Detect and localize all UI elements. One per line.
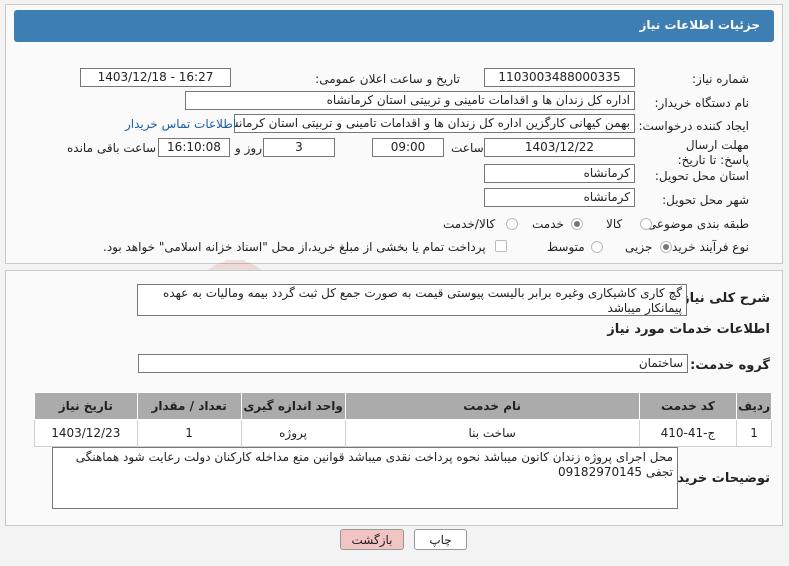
need-number-label: شماره نیاز:	[692, 72, 749, 86]
remaining-time-label: ساعت باقی مانده	[67, 141, 157, 155]
cell-service-name: ساخت بنا	[344, 419, 640, 447]
description-label: شرح کلی نیاز:	[676, 291, 770, 306]
buyer-org-field: اداره کل زندان ها و اقدامات تامینی و ترب…	[185, 91, 635, 110]
services-section-title: اطلاعات خدمات مورد نیاز	[607, 322, 770, 337]
col-service-code: کد خدمت	[638, 392, 738, 420]
category-goods-service-radio[interactable]	[506, 218, 518, 230]
treasury-payment-note: پرداخت تمام یا بخشی از مبلغ خرید،از محل …	[103, 240, 486, 254]
cell-row: 1	[736, 419, 772, 447]
treasury-payment-checkbox[interactable]	[495, 240, 507, 252]
category-goods-label: کالا	[606, 217, 623, 231]
services-table-header: ردیف کد خدمت نام خدمت واحد اندازه گیری ت…	[34, 392, 772, 420]
announce-date-label: تاریخ و ساعت اعلان عمومی:	[315, 72, 460, 86]
back-button[interactable]: بازگشت	[340, 529, 404, 550]
process-label: نوع فرآیند خرید :	[664, 240, 749, 254]
service-group-field: ساختمان	[138, 354, 688, 373]
services-table: ردیف کد خدمت نام خدمت واحد اندازه گیری ت…	[34, 392, 772, 447]
deadline-label: مهلت ارسال پاسخ: تا تاریخ:	[677, 138, 749, 167]
cell-need-date: 1403/12/23	[34, 419, 138, 447]
province-label: استان محل تحویل:	[654, 169, 749, 183]
requester-label: ایجاد کننده درخواست:	[638, 119, 749, 133]
category-service-label: خدمت	[532, 217, 564, 231]
print-button[interactable]: چاپ	[414, 529, 467, 550]
city-field: کرمانشاه	[484, 188, 635, 207]
category-label: طبقه بندی موضوعی:	[642, 217, 749, 231]
col-quantity: تعداد / مقدار	[136, 392, 242, 420]
process-medium-label: متوسط	[547, 240, 585, 254]
deadline-time-field: 09:00	[372, 138, 444, 157]
deadline-time-label: ساعت	[451, 141, 484, 155]
description-textarea: گچ کاری کاشیکاری وغیره برابر بالیست پیوس…	[137, 284, 687, 316]
buyer-notes-textarea: محل اجرای پروژه زندان کانون میباشد نحوه …	[52, 447, 678, 509]
col-service-name: نام خدمت	[344, 392, 640, 420]
buyer-org-label: نام دستگاه خریدار:	[654, 96, 750, 110]
need-number-field: 1103003488000335	[484, 68, 635, 87]
days-label: روز و	[235, 141, 262, 155]
deadline-date-field: 1403/12/22	[484, 138, 635, 157]
remaining-time-field: 16:10:08	[158, 138, 230, 157]
panel-title: جزئیات اطلاعات نیاز	[639, 18, 760, 32]
days-remaining-field: 3	[263, 138, 335, 157]
col-row: ردیف	[736, 392, 772, 420]
col-need-date: تاریخ نیاز	[34, 392, 138, 420]
table-row: 1 ج-41-410 ساخت بنا پروژه 1 1403/12/23	[34, 419, 772, 447]
cell-quantity: 1	[136, 419, 242, 447]
process-minor-label: جزیی	[625, 240, 653, 254]
province-field: کرمانشاه	[484, 164, 635, 183]
cell-service-code: ج-41-410	[638, 419, 738, 447]
announce-date-field: 1403/12/18 - 16:27	[80, 68, 231, 87]
category-goods-service-label: کالا/خدمت	[443, 217, 496, 231]
cell-unit: پروژه	[240, 419, 346, 447]
service-group-label: گروه خدمت:	[690, 358, 770, 373]
city-label: شهر محل تحویل:	[662, 193, 749, 207]
requester-field: بهمن کیهانی کارگزین اداره کل زندان ها و …	[234, 114, 635, 133]
panel-header: جزئیات اطلاعات نیاز	[14, 10, 774, 42]
category-service-radio[interactable]	[571, 218, 583, 230]
process-minor-radio[interactable]	[660, 241, 672, 253]
buyer-contact-link[interactable]: اطلاعات تماس خریدار	[125, 117, 236, 131]
process-medium-radio[interactable]	[591, 241, 603, 253]
col-unit: واحد اندازه گیری	[240, 392, 346, 420]
category-goods-radio[interactable]	[640, 218, 652, 230]
